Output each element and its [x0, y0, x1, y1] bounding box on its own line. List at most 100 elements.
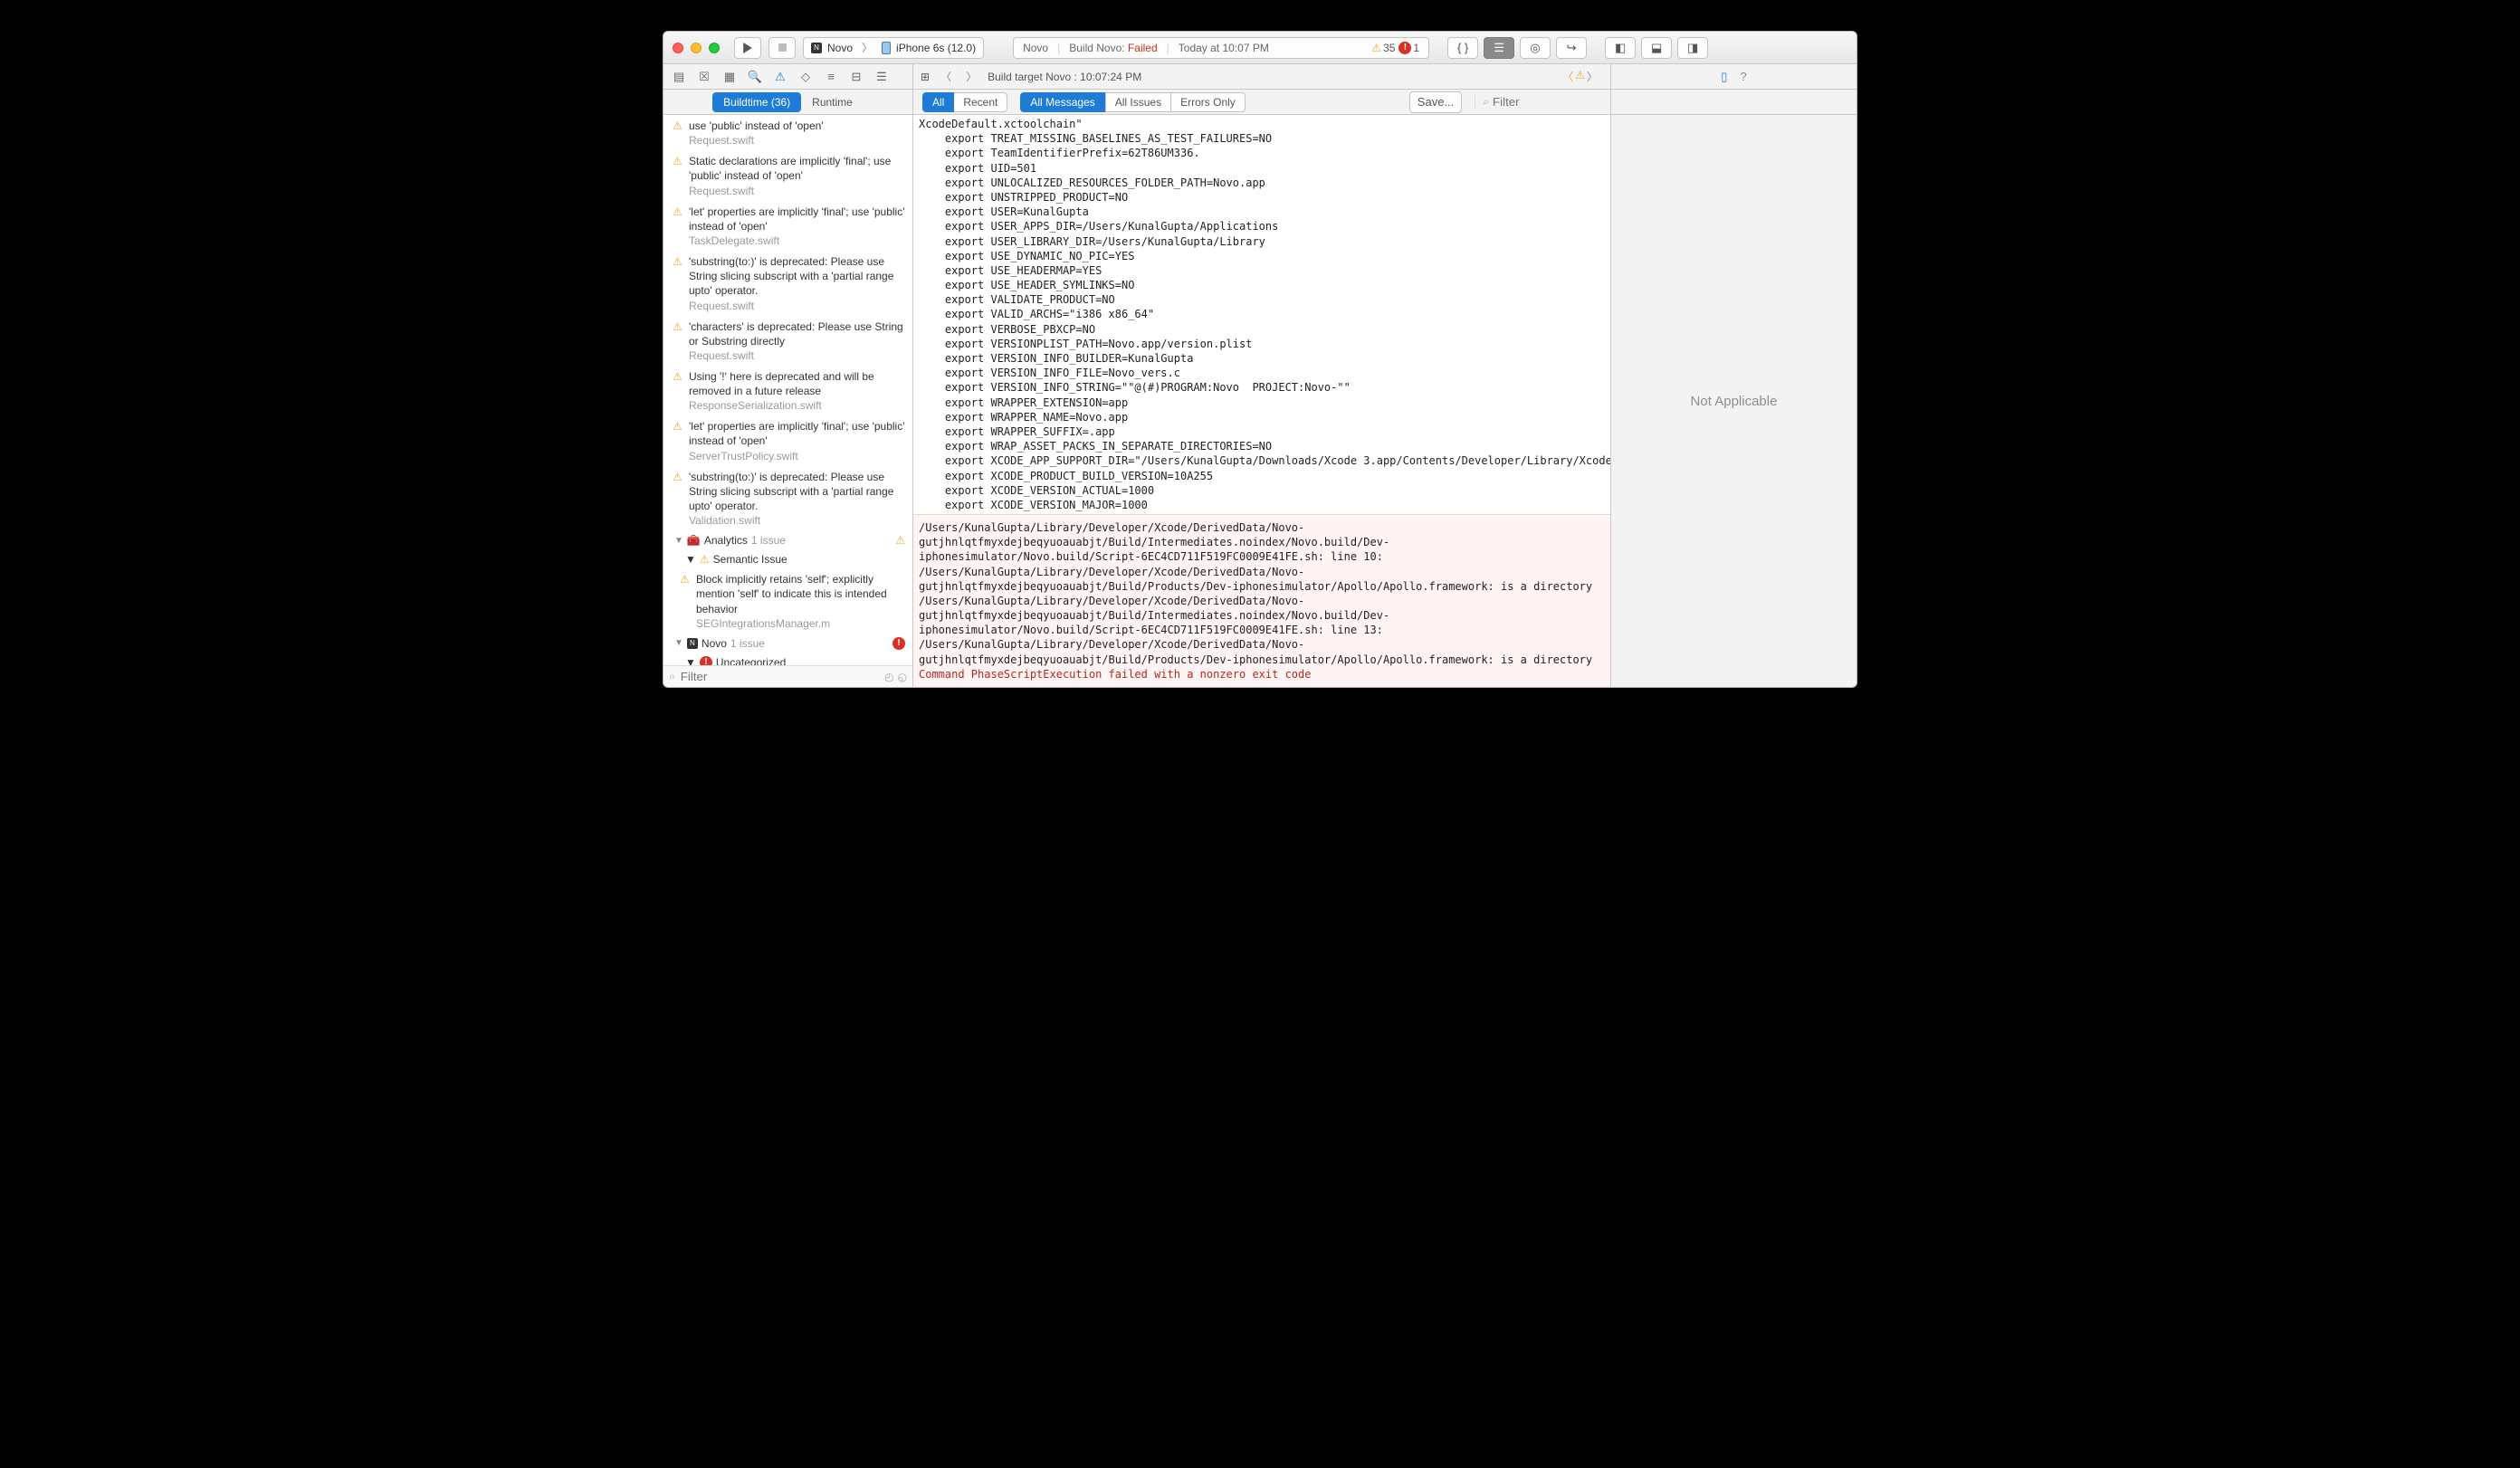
not-applicable-label: Not Applicable — [1691, 394, 1778, 409]
issue-item: Block implicitly retains 'self'; explici… — [663, 568, 912, 634]
group-analytics[interactable]: ▼ 🧰 Analytics 1 issue — [663, 530, 912, 550]
toolbar-right: { } ☰ ◎ ↪ ◧ ⬓ ◨ — [1447, 37, 1708, 59]
version-editor-button[interactable]: ↪ — [1556, 37, 1587, 59]
issue-item: 'substring(to:)' is deprecated: Please u… — [663, 466, 912, 531]
code-snippets-button[interactable]: { } — [1447, 37, 1478, 59]
group-novo[interactable]: ▼ N Novo 1 issue — [663, 634, 912, 653]
close-window[interactable] — [673, 43, 683, 53]
issue-indicator-icon: ⚠ — [1575, 69, 1585, 84]
titlebar: N Novo 〉 iPhone 6s (12.0) Novo | Build N… — [663, 32, 1857, 64]
issue-scope-segment: Buildtime (36) Runtime — [712, 92, 864, 112]
assistant-editor-button[interactable]: ◎ — [1520, 37, 1551, 59]
issue-list[interactable]: use 'public' instead of 'open'Request.sw… — [663, 115, 912, 665]
symbol-nav-icon[interactable]: ▦ — [721, 70, 738, 84]
error-command-line: Command PhaseScriptExecution failed with… — [919, 668, 1311, 681]
issue-item: Static declarations are implicitly 'fina… — [663, 150, 912, 200]
issue-item: 'let' properties are implicitly 'final';… — [663, 415, 912, 465]
group-uncategorized[interactable]: ▼ Uncategorized — [663, 653, 912, 665]
recent-filter-icon[interactable]: ◴ — [884, 671, 893, 683]
test-nav-icon[interactable]: ◇ — [797, 70, 814, 84]
minimize-window[interactable] — [691, 43, 702, 53]
filter-icon: ⌕ — [669, 670, 675, 683]
run-button[interactable] — [734, 37, 761, 59]
warning-icon — [673, 255, 682, 268]
breadcrumb[interactable]: Build target Novo : 10:07:24 PM — [988, 71, 1141, 83]
all-messages-button[interactable]: All Messages — [1020, 92, 1104, 112]
inspector-panel: Not Applicable — [1610, 115, 1857, 687]
disclosure-icon: ▼ — [674, 536, 683, 546]
project-icon: N — [811, 43, 822, 53]
issue-item: 'let' properties are implicitly 'final';… — [663, 201, 912, 251]
find-nav-icon[interactable]: 🔍 — [747, 70, 763, 84]
error-count-badge[interactable]: !1 — [1398, 42, 1419, 54]
save-button[interactable]: Save... — [1409, 91, 1462, 113]
scope-bar: Buildtime (36) Runtime All Recent All Me… — [663, 90, 1857, 115]
forward-button[interactable]: 〉 — [962, 69, 980, 84]
error-icon — [700, 656, 712, 665]
group-semantic-issue[interactable]: ▼ Semantic Issue — [663, 550, 912, 568]
transcript-all-button[interactable]: All — [922, 92, 954, 112]
project-nav-icon[interactable]: ▤ — [671, 70, 687, 84]
scheme-selector[interactable]: N Novo 〉 iPhone 6s (12.0) — [803, 37, 984, 59]
status-build-result: Failed — [1128, 42, 1158, 54]
scheme-project: Novo — [827, 42, 853, 54]
issue-item: 'substring(to:)' is deprecated: Please u… — [663, 251, 912, 316]
error-icon — [892, 637, 905, 650]
toggle-right-panel[interactable]: ◨ — [1677, 37, 1708, 59]
status-time: Today at 10:07 PM — [1179, 42, 1269, 54]
chevron-right-icon: 〉 — [862, 40, 873, 55]
issue-item: use 'public' instead of 'open'Request.sw… — [663, 115, 912, 150]
project-icon: N — [687, 638, 698, 649]
toggle-left-panel[interactable]: ◧ — [1605, 37, 1636, 59]
toggle-debug-area[interactable]: ⬓ — [1641, 37, 1672, 59]
warning-icon — [673, 205, 682, 218]
help-inspector-icon[interactable]: ? — [1740, 70, 1746, 83]
status-build-prefix: Build Novo: — [1069, 42, 1124, 54]
warning-icon — [673, 471, 682, 483]
next-issue-button[interactable]: 〉 — [1587, 69, 1598, 84]
runtime-tab[interactable]: Runtime — [801, 92, 864, 112]
all-issues-button[interactable]: All Issues — [1105, 92, 1171, 112]
disclosure-icon: ▼ — [685, 553, 696, 566]
transcript-recent-button[interactable]: Recent — [954, 92, 1007, 112]
issue-item: 'characters' is deprecated: Please use S… — [663, 316, 912, 366]
navigator-filter-bar: ⌕ ◴ ◵ — [663, 665, 912, 687]
issue-navigator: use 'public' instead of 'open'Request.sw… — [663, 115, 913, 687]
window-controls — [673, 43, 720, 53]
source-control-nav-icon[interactable]: ☒ — [696, 70, 712, 84]
warning-icon — [673, 320, 682, 333]
issue-nav-icon[interactable]: ⚠ — [772, 70, 788, 84]
build-error-block[interactable]: /Users/KunalGupta/Library/Developer/Xcod… — [913, 514, 1610, 687]
status-project: Novo — [1023, 42, 1048, 54]
debug-nav-icon[interactable]: ≡ — [823, 70, 839, 83]
warning-icon — [673, 420, 682, 433]
main-body: use 'public' instead of 'open'Request.sw… — [663, 115, 1857, 687]
log-filter-input[interactable] — [1493, 95, 1601, 109]
scheme-device: iPhone 6s (12.0) — [896, 42, 976, 54]
navigator-selector: ▤ ☒ ▦ 🔍 ⚠ ◇ ≡ ⊟ ☰ — [663, 64, 913, 89]
report-nav-icon[interactable]: ☰ — [873, 70, 890, 84]
standard-editor-button[interactable]: ☰ — [1484, 37, 1514, 59]
inspector-selector: ▯ ? — [1610, 64, 1857, 89]
error-icon: ! — [1398, 42, 1411, 54]
stop-button[interactable] — [768, 37, 796, 59]
warning-icon — [673, 370, 682, 383]
related-items-icon[interactable]: ⊞ — [921, 71, 930, 83]
errors-only-button[interactable]: Errors Only — [1171, 92, 1246, 112]
build-log[interactable]: XcodeDefault.xctoolchain" export TREAT_M… — [913, 115, 1610, 514]
warning-count-badge[interactable]: 35 — [1371, 42, 1395, 54]
disclosure-icon: ▼ — [685, 656, 696, 665]
scm-filter-icon[interactable]: ◵ — [898, 671, 907, 683]
zoom-window[interactable] — [709, 43, 720, 53]
activity-view: Novo | Build Novo: Failed | Today at 10:… — [1013, 37, 1429, 59]
issue-item: Using '!' here is deprecated and will be… — [663, 366, 912, 415]
disclosure-icon: ▼ — [674, 638, 683, 648]
navigator-filter-input[interactable] — [681, 670, 879, 683]
warning-icon — [1371, 42, 1381, 54]
buildtime-tab[interactable]: Buildtime (36) — [712, 92, 801, 112]
back-button[interactable]: 〈 — [937, 69, 955, 84]
file-inspector-icon[interactable]: ▯ — [1721, 70, 1727, 84]
prev-issue-button[interactable]: 〈 — [1562, 69, 1573, 84]
breakpoint-nav-icon[interactable]: ⊟ — [848, 70, 864, 84]
xcode-window: N Novo 〉 iPhone 6s (12.0) Novo | Build N… — [663, 31, 1857, 688]
